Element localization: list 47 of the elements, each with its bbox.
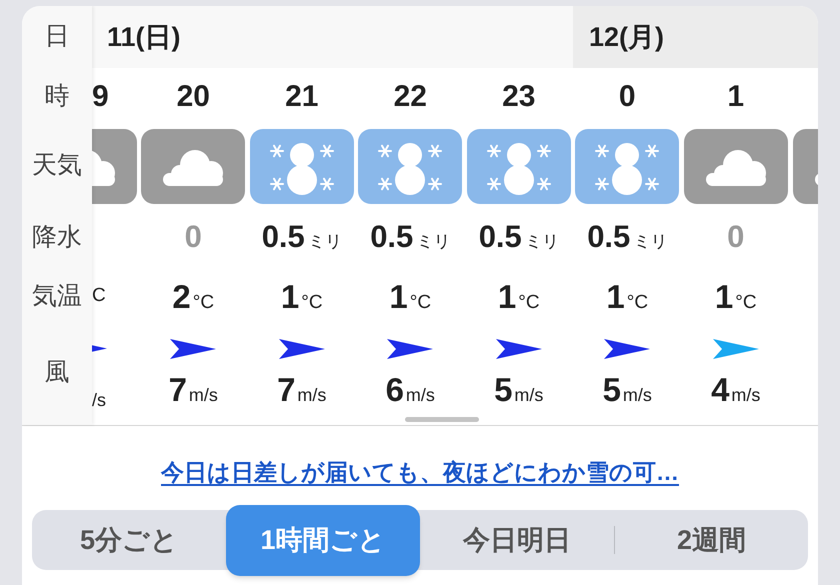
headline-link[interactable]: 今日は日差しが届いても、夜ほどにわか雪の可… [161,454,679,490]
precipitation-value: 0.5 ミリ [587,218,668,256]
precipitation-value: 0.5 ミリ [370,218,450,256]
hour-label: 0 [618,79,636,115]
temperature-value: 1°C [714,276,757,317]
hour-label: 22 [394,79,427,115]
precipitation-value: 0 [184,218,202,256]
wind-arrow-icon [278,338,325,360]
wind-speed-value: 7 m/s [277,370,326,410]
hour-label: 1 [727,79,744,115]
temperature-unit: C [92,284,106,308]
hour-label: 23 [502,79,536,115]
row-label: 風 [44,356,70,388]
wind-arrow-icon [387,338,434,360]
temperature-value: 1°C [389,276,432,317]
wind-speed-value: 7 m/s [168,370,218,410]
row-label: 降水 [32,222,82,253]
hour-label: 21 [285,79,318,115]
wind-arrow-icon [496,338,542,360]
wind-arrow-icon [170,338,216,360]
precipitation-value: 0.5 ミリ [478,218,559,256]
interval-tab[interactable]: 1時間ごと [226,504,420,576]
interval-tab[interactable]: 5分ごと [32,510,226,570]
wind-speed-value: 6 m/s [386,370,435,410]
interval-tab[interactable]: 2週間 [615,510,808,570]
temperature-value: 2°C [172,276,214,317]
row-label: 時 [44,80,70,112]
wind-speed-value: 4m/s [711,370,760,410]
wind-speed-unit: /s [92,389,106,412]
precipitation-value: 0.5 ミリ [262,218,342,256]
row-label: 日 [44,21,70,52]
wind-arrow-icon [712,338,759,360]
row-label: 天気 [32,150,82,182]
temperature-value: 1°C [498,276,540,317]
temperature-value: 1°C [280,276,323,317]
temperature-value: 1°C [606,276,648,317]
hour-label: 9 [92,79,109,115]
precipitation-value: 0 [727,218,744,256]
wind-speed-value: 5 m/s [602,370,652,410]
day-header: 11(日) [92,6,573,68]
interval-tab[interactable]: 今日明日 [420,510,614,570]
wind-speed-value: 5 m/s [494,370,544,410]
hour-label: 20 [176,79,210,115]
wind-arrow-icon [604,338,650,360]
day-header: 12(月) [573,6,818,68]
wind-arrow-icon [92,345,107,352]
row-label: 気温 [32,280,82,312]
